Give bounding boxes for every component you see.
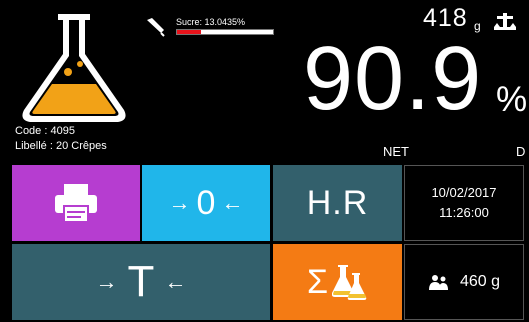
sugar-label: Sucre: 13.0435% xyxy=(176,17,246,27)
tare-button[interactable]: → T ← xyxy=(12,244,270,320)
weighing-display: Code : 4095 Libellé : 20 Crêpes Sucre: 1… xyxy=(0,0,529,162)
arrow-left-icon: ← xyxy=(164,269,187,294)
time-text: 11:26:00 xyxy=(439,205,489,220)
pipette-icon xyxy=(147,18,165,37)
d-indicator: D xyxy=(516,144,526,159)
arrow-right-icon: → xyxy=(168,190,191,215)
weight-value: 90.9 xyxy=(303,29,483,129)
recipe-label: Libellé : 20 Crêpes xyxy=(15,140,107,152)
date-text: 10/02/2017 xyxy=(431,185,497,200)
flasks-icon xyxy=(332,265,367,300)
portion-weight: 460 g xyxy=(459,273,501,290)
scale-screen: Code : 4095 Libellé : 20 Crêpes Sucre: 1… xyxy=(0,0,529,322)
arrow-left-icon: ← xyxy=(221,190,244,215)
tare-symbol: T xyxy=(127,257,155,306)
sigma-icon: Σ xyxy=(306,262,329,301)
sugar-progress-bar xyxy=(176,29,274,35)
print-button[interactable] xyxy=(12,165,140,241)
portion-panel: 460 g xyxy=(404,244,524,320)
arrow-right-icon: → xyxy=(95,269,118,294)
hr-button[interactable]: H.R xyxy=(273,165,402,241)
hr-label: H.R xyxy=(306,183,369,222)
flask-icon xyxy=(22,14,126,122)
datetime-panel: 10/02/2017 11:26:00 xyxy=(404,165,524,241)
printer-icon xyxy=(55,184,97,223)
zero-label: → 0 ← xyxy=(169,184,244,223)
sugar-progress-fill xyxy=(177,30,201,34)
zero-button[interactable]: → 0 ← xyxy=(142,165,270,241)
sum-button[interactable]: Σ xyxy=(273,244,402,320)
recipe-code: Code : 4095 xyxy=(15,125,75,137)
weight-unit: % xyxy=(496,80,528,119)
people-icon xyxy=(428,275,448,290)
zero-symbol: 0 xyxy=(196,183,216,222)
tare-label: → T ← xyxy=(96,257,187,307)
scale-icon xyxy=(494,13,516,30)
net-indicator: NET xyxy=(383,144,409,159)
